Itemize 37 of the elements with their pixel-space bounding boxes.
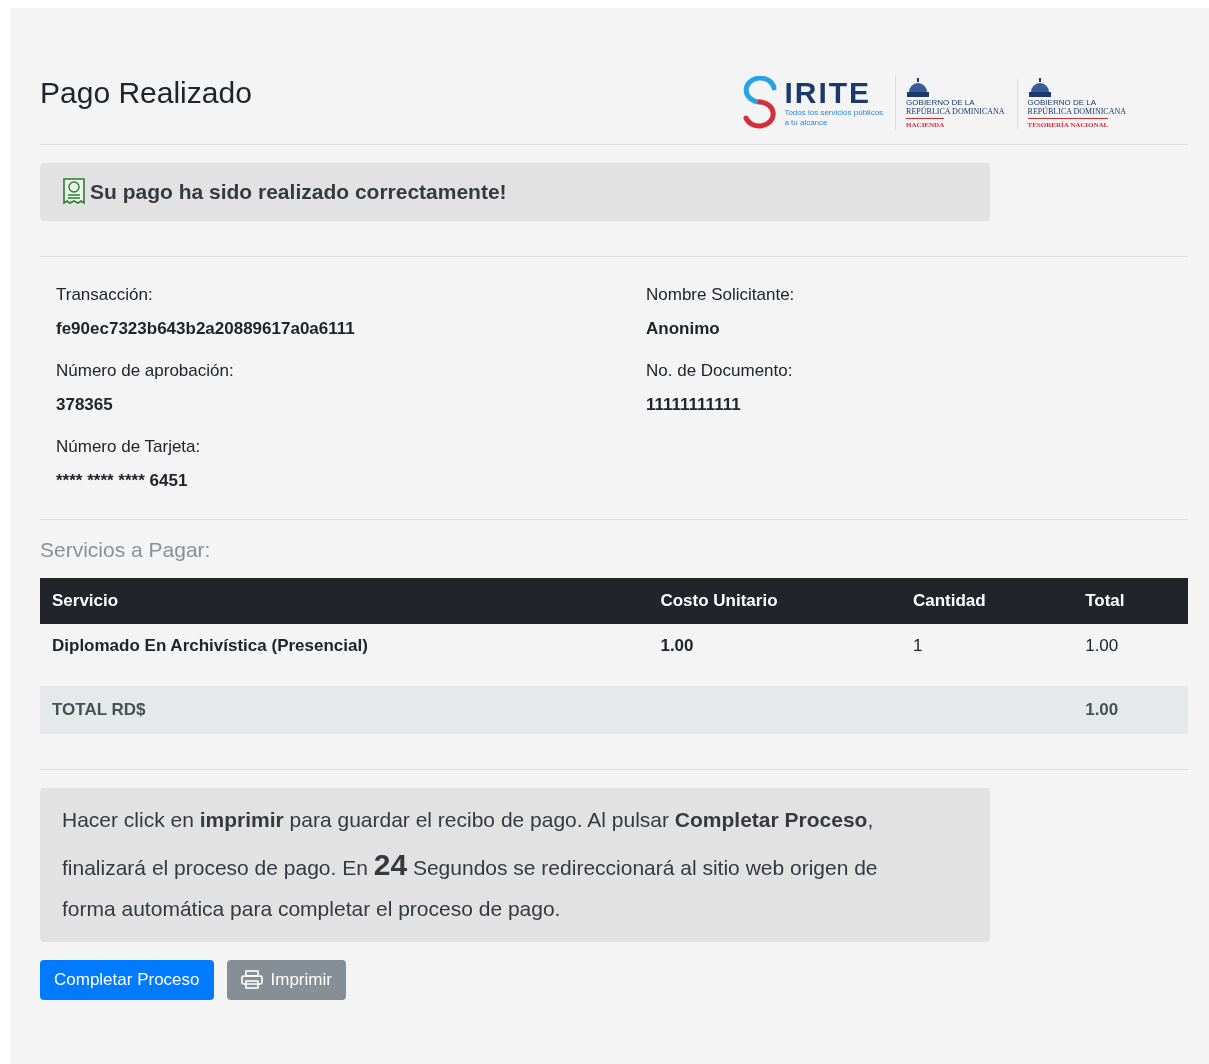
dome-icon [906,77,931,98]
notice-text: Hacer click en imprimir para guardar el recibo de pago. Al pulsar Completar Proceso, finalizará el proceso de pago. En 24 Segundos se redireccionará al sitio web origen de forma automática para completar el proceso de pago. [62,807,879,923]
complete-button[interactable]: Completar Proceso [40,960,214,1000]
table-cell: 1.00 [1073,624,1188,686]
detail-value: 11111111111 [646,395,742,415]
printer-icon [240,970,263,990]
column-header: Total [1073,578,1188,624]
total-value: 1.00 [1073,686,1188,734]
detail-label: Nombre Solicitante: [646,285,796,305]
success-message: Su pago ha sido realizado correctamente! [90,180,507,204]
detail-value: **** **** **** 6451 [56,471,189,491]
column-header: Cantidad [901,578,1074,624]
section-heading: Servicios a Pagar: [40,538,212,562]
detail-label: Número de Tarjeta: [56,437,202,457]
column-header: Costo Unitario [648,578,901,624]
print-button[interactable]: Imprimir [226,960,346,1000]
total-label: TOTAL RD$ [40,686,649,734]
detail-label: No. de Documento: [646,361,794,381]
detail-value: 378365 [56,395,114,415]
dome-icon [1027,77,1052,98]
detail-label: Número de aprobación: [56,361,235,381]
logo-text: REPÚBLICA DOMINICANA [906,106,1005,116]
logo-text: GOBIERNO DE LA [1027,97,1096,107]
receipt-icon [62,177,86,207]
logo-tagline: Todos los servicios públicos [784,108,884,118]
detail-value: Anonimo [646,319,721,339]
detail-value: fe90ec7323b643b2a20889617a0a6111 [56,319,356,339]
table-cell: 1 [901,624,1074,686]
logo-tagline: a tu alcance [784,118,829,128]
detail-label: Transacción: [56,285,154,305]
page-title: Pago Realizado [40,76,252,110]
table-cell: 1.00 [648,624,901,686]
logo-text: GOBIERNO DE LA [906,97,975,107]
logo-text: REPÚBLICA DOMINICANA [1027,106,1126,116]
logo-name: IRITE [784,78,873,109]
table-cell: Diplomado En Archivística (Presencial) [40,624,649,686]
column-header: Servicio [40,578,649,624]
